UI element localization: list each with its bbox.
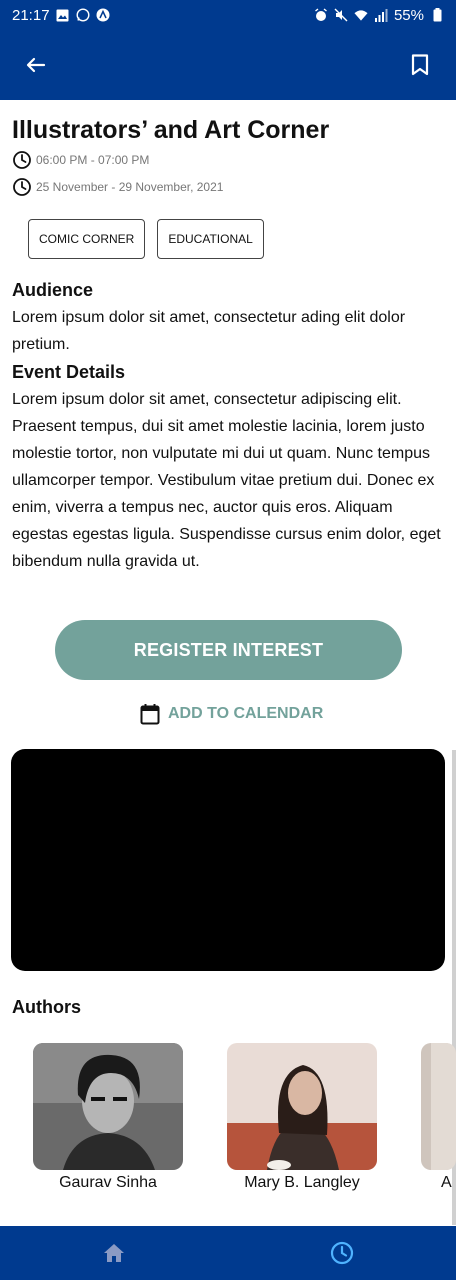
app-bar <box>0 30 456 100</box>
event-dates: 25 November - 29 November, 2021 <box>36 180 224 194</box>
author-photo <box>227 1043 377 1170</box>
battery-percentage: 55% <box>393 6 424 24</box>
authors-heading: Authors <box>12 997 81 1017</box>
event-tags: COMIC CORNER EDUCATIONAL <box>28 219 264 259</box>
author-card[interactable]: A <box>421 1043 456 1192</box>
video-player[interactable] <box>11 749 445 971</box>
whatsapp-icon <box>76 8 90 22</box>
tag-educational[interactable]: EDUCATIONAL <box>157 219 264 259</box>
add-to-calendar-label: ADD TO CALENDAR <box>168 705 324 722</box>
author-card[interactable]: Gaurav Sinha <box>33 1043 183 1192</box>
clock-icon[interactable] <box>329 1240 355 1266</box>
event-time: 06:00 PM - 07:00 PM <box>36 153 150 167</box>
status-time: 21:17 <box>12 6 50 24</box>
mute-icon <box>334 8 348 22</box>
event-date-row: 25 November - 29 November, 2021 <box>12 177 223 197</box>
clock-icon <box>13 151 31 169</box>
author-name: Mary B. Langley <box>244 1174 360 1191</box>
status-bar: 21:17 55% <box>0 0 456 30</box>
clock-icon <box>13 178 31 196</box>
signal-icon <box>374 8 388 22</box>
event-title: Illustrators’ and Art Corner <box>12 116 330 144</box>
event-time-row: 06:00 PM - 07:00 PM <box>12 150 149 170</box>
audience-text: Lorem ipsum dolor sit amet, consectetur … <box>12 309 406 353</box>
battery-icon <box>430 8 444 22</box>
author-name: A <box>441 1174 452 1191</box>
event-details-heading: Event Details <box>12 362 126 382</box>
register-interest-button[interactable]: REGISTER INTEREST <box>55 620 402 680</box>
home-icon[interactable] <box>101 1240 127 1266</box>
tag-comic-corner[interactable]: COMIC CORNER <box>28 219 146 259</box>
add-to-calendar-button[interactable]: ADD TO CALENDAR <box>140 703 323 725</box>
event-details-text: Lorem ipsum dolor sit amet, consectetur … <box>12 391 441 570</box>
alarm-icon <box>314 8 328 22</box>
bookmark-icon[interactable] <box>408 53 432 77</box>
author-card[interactable]: Mary B. Langley <box>227 1043 377 1192</box>
author-photo <box>421 1043 456 1170</box>
author-name: Gaurav Sinha <box>59 1174 157 1191</box>
arrow-left-icon[interactable] <box>24 53 48 77</box>
calendar-icon <box>140 704 160 725</box>
audience-heading: Audience <box>12 280 94 300</box>
author-photo <box>33 1043 183 1170</box>
app-notification-icon <box>96 8 110 22</box>
wifi-icon <box>354 8 368 22</box>
gallery-icon <box>56 8 70 22</box>
bottom-navigation <box>0 1226 456 1280</box>
